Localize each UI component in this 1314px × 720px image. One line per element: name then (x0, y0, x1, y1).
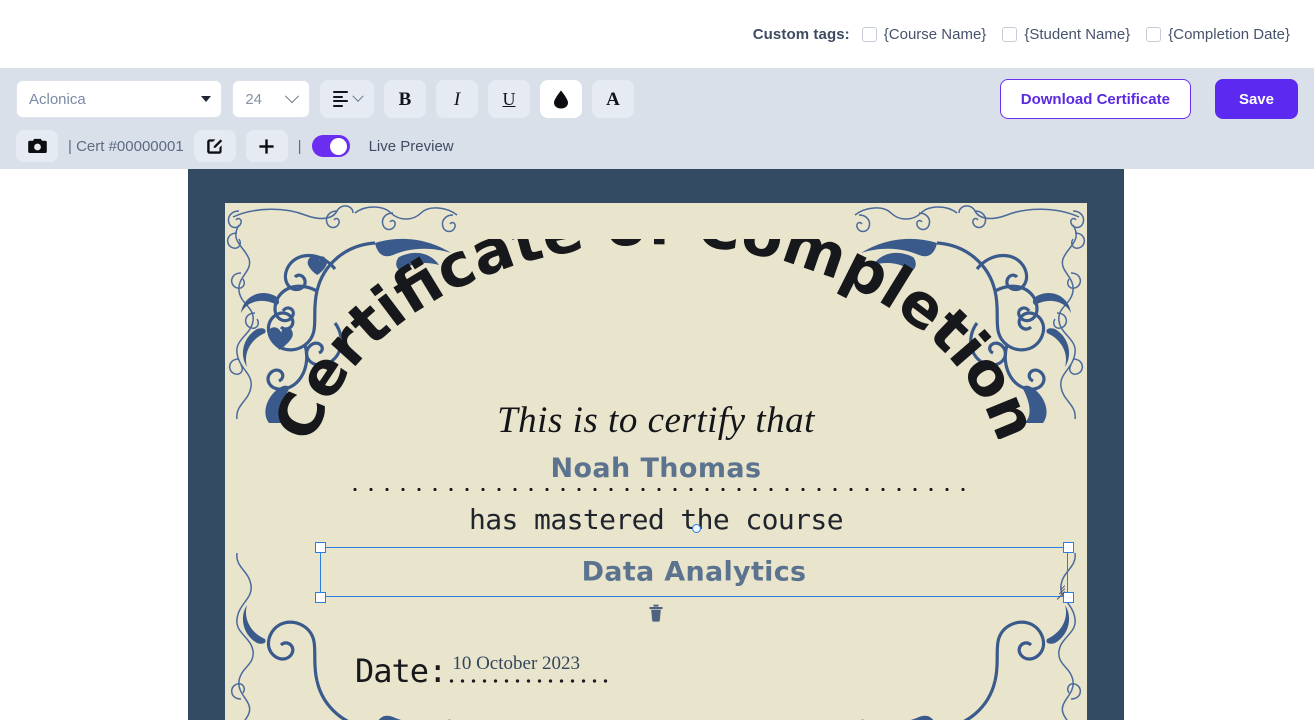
custom-tags-label: Custom tags: (753, 26, 850, 43)
separator: | (298, 138, 302, 155)
selected-textbox-course-name[interactable]: Data Analytics (320, 547, 1068, 597)
camera-icon (28, 138, 47, 154)
resize-handle-bottom-left[interactable] (315, 592, 326, 603)
italic-icon: I (454, 90, 460, 109)
student-name-text[interactable]: Noah Thomas (225, 453, 1087, 484)
top-bar: Custom tags: {Course Name} {Student Name… (0, 0, 1314, 68)
date-dotted-rule: 10 October 2023 (446, 678, 614, 684)
checkbox-course-name[interactable] (862, 27, 877, 42)
add-element-button[interactable] (246, 130, 288, 162)
chevron-down-icon (285, 89, 299, 103)
font-family-value: Aclonica (29, 91, 86, 108)
custom-tag-label: {Course Name} (884, 26, 987, 43)
screenshot-button[interactable] (16, 130, 58, 162)
delete-textbox-button[interactable] (646, 603, 666, 623)
font-size-select[interactable]: 24 (232, 80, 310, 118)
name-dotted-rule (347, 487, 965, 492)
mastered-line[interactable]: has mastered the course (225, 503, 1087, 536)
droplet-icon (553, 90, 569, 109)
text-caret-marker (692, 524, 701, 533)
text-color-icon: A (606, 90, 620, 109)
fill-color-button[interactable] (540, 80, 582, 118)
text-align-button[interactable] (320, 80, 374, 118)
edit-square-icon (206, 138, 223, 155)
editor-toolbar: Aclonica 24 B I U A Downlo (0, 68, 1314, 169)
bold-button[interactable]: B (384, 80, 426, 118)
toggle-knob (330, 138, 347, 155)
custom-tag-label: {Student Name} (1024, 26, 1130, 43)
resize-handle-top-left[interactable] (315, 542, 326, 553)
save-button[interactable]: Save (1215, 79, 1298, 119)
course-name-text: Data Analytics (321, 557, 1067, 588)
resize-handle-top-right[interactable] (1063, 542, 1074, 553)
resize-grip-icon[interactable] (1053, 582, 1065, 594)
live-preview-label: Live Preview (369, 138, 454, 155)
separator: | (68, 138, 72, 155)
certificate-paper: Certificate of Completion This is to cer… (225, 203, 1087, 720)
bold-icon: B (399, 90, 412, 109)
date-block[interactable]: Date: 10 October 2023 (355, 655, 614, 687)
plus-icon (258, 138, 275, 155)
date-label: Date: (355, 655, 446, 687)
chevron-down-icon (352, 91, 363, 102)
certificate-frame: Certificate of Completion This is to cer… (188, 169, 1124, 720)
underline-button[interactable]: U (488, 80, 530, 118)
toolbar-document-row: | Cert #00000001 | Live Preview (16, 128, 1298, 164)
text-color-button[interactable]: A (592, 80, 634, 118)
certify-line[interactable]: This is to certify that (225, 399, 1087, 442)
custom-tag-completion-date[interactable]: {Completion Date} (1146, 26, 1290, 43)
certificate-canvas: Certificate of Completion This is to cer… (0, 169, 1314, 720)
font-size-value: 24 (245, 91, 262, 108)
checkbox-completion-date[interactable] (1146, 27, 1161, 42)
edit-certificate-id-button[interactable] (194, 130, 236, 162)
toolbar-formatting-row: Aclonica 24 B I U A Downlo (16, 78, 1298, 120)
align-left-icon (333, 91, 348, 107)
underline-icon: U (503, 90, 516, 108)
custom-tag-student-name[interactable]: {Student Name} (1002, 26, 1130, 43)
custom-tag-course-name[interactable]: {Course Name} (862, 26, 987, 43)
custom-tags-group: Custom tags: {Course Name} {Student Name… (753, 26, 1290, 43)
download-certificate-button[interactable]: Download Certificate (1000, 79, 1191, 119)
trash-icon (646, 603, 666, 623)
chevron-down-icon (201, 96, 211, 102)
font-family-select[interactable]: Aclonica (16, 80, 222, 118)
live-preview-toggle[interactable] (312, 135, 350, 157)
custom-tag-label: {Completion Date} (1168, 26, 1290, 43)
certificate-id-value: Cert #00000001 (76, 138, 184, 155)
certificate-id-text: | Cert #00000001 (68, 138, 184, 155)
italic-button[interactable]: I (436, 80, 478, 118)
checkbox-student-name[interactable] (1002, 27, 1017, 42)
date-value: 10 October 2023 (452, 653, 580, 675)
